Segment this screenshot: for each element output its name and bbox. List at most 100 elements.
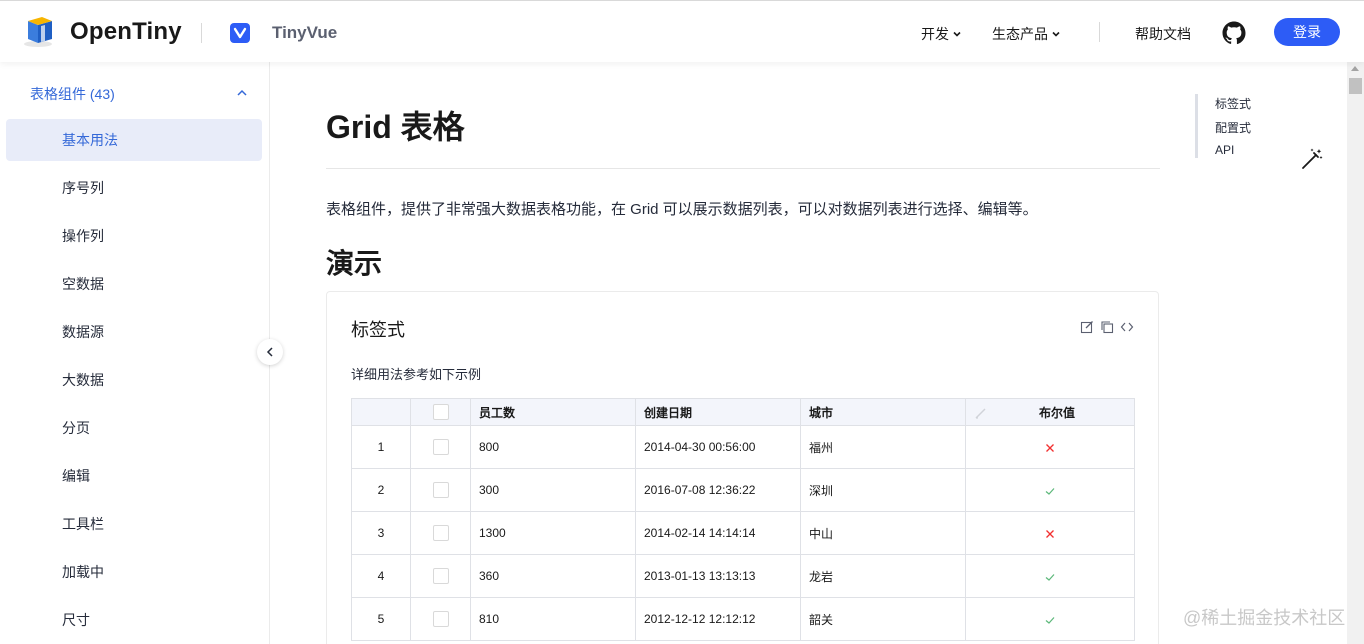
cell-boolean[interactable] <box>965 425 1135 469</box>
grid-header-row: 员工数 创建日期 城市 布尔值 <box>351 398 1135 426</box>
copy-icon[interactable] <box>1100 320 1114 334</box>
cell-city[interactable]: 中山 <box>800 511 966 555</box>
chevron-up-icon[interactable] <box>236 87 248 99</box>
sidebar-collapse-button[interactable] <box>257 339 283 365</box>
cell-boolean[interactable] <box>965 597 1135 641</box>
sidebar-item-index-column[interactable]: 序号列 <box>6 167 262 209</box>
cell-boolean[interactable] <box>965 468 1135 512</box>
row-checkbox[interactable] <box>432 568 449 584</box>
grid-header-employees[interactable]: 员工数 <box>470 398 636 426</box>
data-grid: 员工数 创建日期 城市 布尔值 1 800 2014-04-30 00:56:00 福… <box>351 398 1135 641</box>
top-header: OpenTiny TinyVue 开发 生态产品 帮助文档 登录 <box>0 0 1364 62</box>
cell-employees[interactable]: 360 <box>470 554 636 598</box>
row-select-cell[interactable] <box>410 511 471 555</box>
sidebar-item-edit[interactable]: 编辑 <box>6 455 262 497</box>
sidebar: 表格组件 (43) 基本用法 序号列 操作列 空数据 数据源 大数据 分页 编辑… <box>0 62 270 644</box>
row-select-cell[interactable] <box>410 597 471 641</box>
row-select-cell[interactable] <box>410 554 471 598</box>
nav-divider <box>1099 22 1100 42</box>
nav-dev-menu[interactable]: 开发 <box>921 24 962 44</box>
row-index: 2 <box>351 468 411 512</box>
help-docs-label: 帮助文档 <box>1135 26 1191 42</box>
header-divider <box>201 23 202 43</box>
select-all-checkbox[interactable] <box>432 404 449 420</box>
grid-header-index <box>351 398 411 426</box>
sidebar-item-pagination[interactable]: 分页 <box>6 407 262 449</box>
grid-header-boolean-label: 布尔值 <box>1038 405 1075 420</box>
product-name[interactable]: TinyVue <box>272 23 337 43</box>
sidebar-item-empty-data[interactable]: 空数据 <box>6 263 262 305</box>
toc-item-config-style[interactable]: 配置式 <box>1215 119 1251 136</box>
sidebar-item-operation-column[interactable]: 操作列 <box>6 215 262 257</box>
table-row[interactable]: 3 1300 2014-02-14 14:14:14 中山 <box>351 511 1135 555</box>
sidebar-group-title[interactable]: 表格组件 (43) <box>30 84 115 104</box>
cell-employees[interactable]: 300 <box>470 468 636 512</box>
demo-toolbar <box>1080 320 1134 334</box>
nav-ecosystem-label: 生态产品 <box>992 26 1048 42</box>
title-divider <box>326 168 1160 169</box>
row-index: 3 <box>351 511 411 555</box>
sidebar-item-big-data[interactable]: 大数据 <box>6 359 262 401</box>
cell-employees[interactable]: 800 <box>470 425 636 469</box>
row-checkbox[interactable] <box>432 439 449 455</box>
cell-city[interactable]: 福州 <box>800 425 966 469</box>
row-select-cell[interactable] <box>410 468 471 512</box>
check-icon <box>1045 616 1055 624</box>
page-description: 表格组件，提供了非常强大数据表格功能，在 Grid 可以展示数据列表，可以对数据… <box>326 201 1038 218</box>
cell-created-date[interactable]: 2014-04-30 00:56:00 <box>635 425 801 469</box>
page-scrollbar[interactable] <box>1347 62 1364 644</box>
scrollbar-thumb[interactable] <box>1349 78 1362 94</box>
code-icon[interactable] <box>1120 320 1134 334</box>
cell-created-date[interactable]: 2012-12-12 12:12:12 <box>635 597 801 641</box>
table-row[interactable]: 2 300 2016-07-08 12:36:22 深圳 <box>351 468 1135 512</box>
nav-ecosystem-menu[interactable]: 生态产品 <box>992 24 1061 44</box>
chevron-down-icon <box>953 31 961 37</box>
cell-city[interactable]: 韶关 <box>800 597 966 641</box>
toc-item-tag-style[interactable]: 标签式 <box>1215 95 1251 112</box>
row-index: 5 <box>351 597 411 641</box>
grid-header-city[interactable]: 城市 <box>800 398 966 426</box>
login-button[interactable]: 登录 <box>1274 18 1340 46</box>
toc-rail <box>1195 94 1198 158</box>
edit-icon[interactable] <box>1080 320 1094 334</box>
row-checkbox[interactable] <box>432 525 449 541</box>
scroll-up-arrow-icon[interactable] <box>1351 66 1359 71</box>
demo-description: 详细用法参考如下示例 <box>351 367 482 382</box>
cross-icon <box>1046 529 1054 538</box>
sidebar-item-loading[interactable]: 加载中 <box>6 551 262 593</box>
sidebar-item-data-source[interactable]: 数据源 <box>6 311 262 353</box>
page-title: Grid 表格 <box>326 109 465 145</box>
cell-boolean[interactable] <box>965 554 1135 598</box>
grid-header-boolean[interactable]: 布尔值 <box>965 398 1135 426</box>
cell-created-date[interactable]: 2013-01-13 13:13:13 <box>635 554 801 598</box>
opentiny-logo-icon[interactable] <box>24 15 56 47</box>
toc-item-api[interactable]: API <box>1215 143 1234 157</box>
table-row[interactable]: 4 360 2013-01-13 13:13:13 龙岩 <box>351 554 1135 598</box>
help-docs-link[interactable]: 帮助文档 <box>1135 24 1191 44</box>
brand-name[interactable]: OpenTiny <box>70 18 182 46</box>
row-checkbox[interactable] <box>432 611 449 627</box>
table-row[interactable]: 5 810 2012-12-12 12:12:12 韶关 <box>351 597 1135 641</box>
cell-created-date[interactable]: 2014-02-14 14:14:14 <box>635 511 801 555</box>
grid-header-select-all[interactable] <box>410 398 471 426</box>
demo-title: 标签式 <box>351 320 405 340</box>
sidebar-item-size[interactable]: 尺寸 <box>6 599 262 641</box>
cell-city[interactable]: 深圳 <box>800 468 966 512</box>
cell-created-date[interactable]: 2016-07-08 12:36:22 <box>635 468 801 512</box>
row-checkbox[interactable] <box>432 482 449 498</box>
cell-city[interactable]: 龙岩 <box>800 554 966 598</box>
cell-employees[interactable]: 810 <box>470 597 636 641</box>
github-icon[interactable] <box>1222 21 1246 45</box>
sidebar-item-toolbar[interactable]: 工具栏 <box>6 503 262 545</box>
chevron-down-icon <box>1052 31 1060 37</box>
magic-wand-icon[interactable] <box>1300 147 1324 171</box>
cross-icon <box>1046 443 1054 452</box>
grid-header-created-date[interactable]: 创建日期 <box>635 398 801 426</box>
cell-boolean[interactable] <box>965 511 1135 555</box>
row-select-cell[interactable] <box>410 425 471 469</box>
sidebar-item-basic-usage[interactable]: 基本用法 <box>6 119 262 161</box>
table-row[interactable]: 1 800 2014-04-30 00:56:00 福州 <box>351 425 1135 469</box>
check-icon <box>1045 487 1055 495</box>
pencil-icon <box>975 407 986 419</box>
cell-employees[interactable]: 1300 <box>470 511 636 555</box>
